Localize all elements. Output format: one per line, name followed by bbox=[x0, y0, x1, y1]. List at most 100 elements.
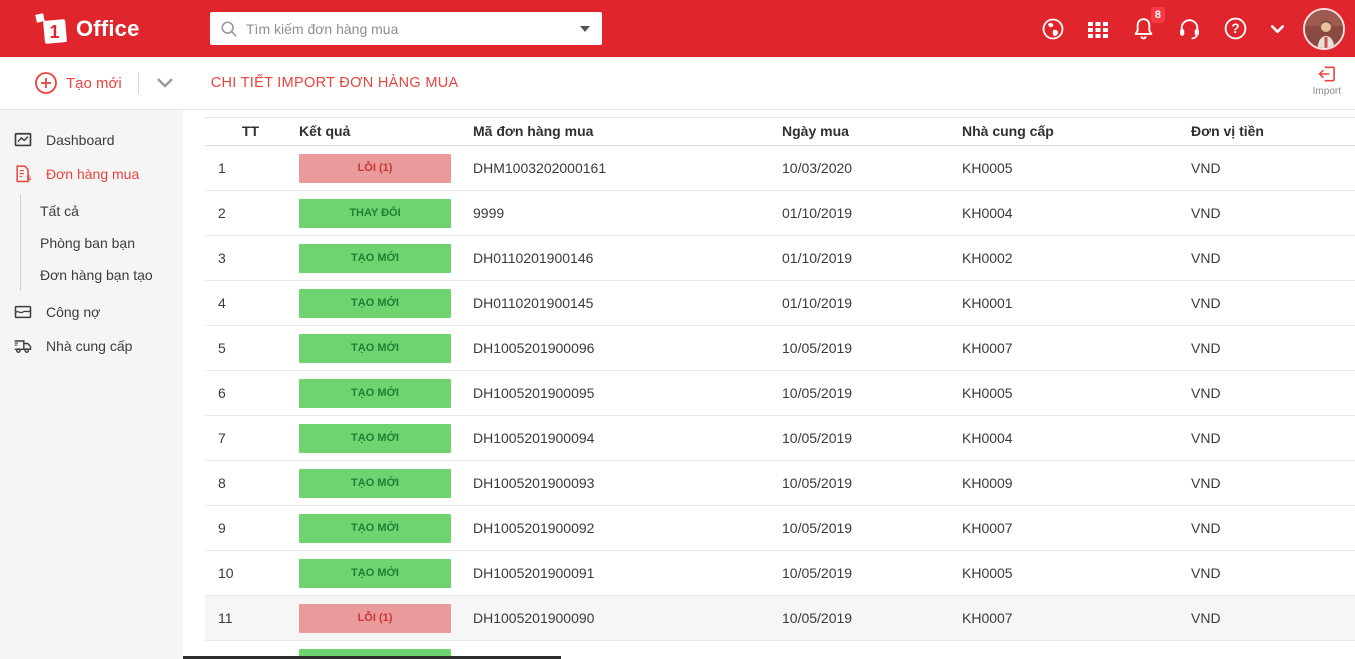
column-header-ket-qua: Kết quả bbox=[299, 123, 351, 139]
supplier: KH0007 bbox=[962, 610, 1013, 626]
row-index: 11 bbox=[218, 610, 233, 626]
account-chevron-icon[interactable] bbox=[1269, 20, 1286, 37]
table-row[interactable]: 6 TẠO MỚI DH1005201900095 10/05/2019 KH0005 V… bbox=[205, 371, 1355, 416]
status-badge: TẠO MỚI bbox=[299, 243, 451, 273]
import-icon bbox=[1318, 66, 1335, 82]
status-cell: TẠO MỚI bbox=[299, 461, 473, 506]
row-index: 3 bbox=[218, 250, 226, 266]
status-badge: TẠO MỚI bbox=[299, 378, 451, 408]
order-code: DH1005201900090 bbox=[473, 610, 595, 626]
order-code: DH1005201900094 bbox=[473, 430, 595, 446]
debt-icon bbox=[13, 302, 33, 322]
sidebar-item-label: Nhà cung cấp bbox=[46, 338, 133, 354]
status-badge: TẠO MỚI bbox=[299, 288, 451, 318]
create-new-button[interactable]: Tạo mới bbox=[34, 71, 122, 95]
currency: VND bbox=[1191, 385, 1221, 401]
header-icon-group: 8 ? bbox=[1041, 0, 1345, 57]
status-badge: TẠO MỚI bbox=[299, 468, 451, 498]
sidebar-subitem-don-hang-ban-tao[interactable]: Đơn hàng bạn tạo bbox=[21, 259, 183, 291]
sidebar-item-cong-no[interactable]: Công nợ bbox=[0, 295, 183, 329]
table-row[interactable]: 9 TẠO MỚI DH1005201900092 10/05/2019 KH0007 V… bbox=[205, 506, 1355, 551]
svg-text:1: 1 bbox=[49, 22, 59, 42]
sidebar-submenu: Tất cả Phòng ban bạn Đơn hàng bạn tạo bbox=[20, 195, 183, 291]
status-badge: LỖI (1) bbox=[299, 603, 451, 633]
sidebar-item-nha-cung-cap[interactable]: Nhà cung cấp bbox=[0, 329, 183, 363]
currency: VND bbox=[1191, 160, 1221, 176]
supplier: KH0007 bbox=[962, 340, 1013, 356]
table-row[interactable]: 2 THAY ĐỔI 9999 01/10/2019 KH0004 VND bbox=[205, 191, 1355, 236]
search-scope-dropdown-icon[interactable] bbox=[580, 25, 590, 32]
notifications-bell-icon[interactable]: 8 bbox=[1131, 7, 1165, 41]
purchase-date: 01/10/2019 bbox=[782, 205, 853, 221]
status-cell: TẠO MỚI bbox=[299, 236, 473, 281]
order-code: DH1005201900092 bbox=[473, 520, 595, 536]
sidebar-item-don-hang-mua[interactable]: $ Đơn hàng mua bbox=[0, 157, 183, 191]
dashboard-icon bbox=[13, 130, 33, 150]
order-code: DH1005201900096 bbox=[473, 340, 595, 356]
status-cell: TẠO MỚI bbox=[299, 281, 473, 326]
purchase-date: 10/03/2020 bbox=[782, 160, 853, 176]
globe-icon[interactable] bbox=[1041, 17, 1065, 41]
create-options-chevron-icon[interactable] bbox=[155, 73, 175, 93]
currency: VND bbox=[1191, 475, 1221, 491]
order-code: DH1005201900093 bbox=[473, 475, 595, 491]
import-button[interactable]: Import bbox=[1313, 64, 1341, 97]
table-row[interactable]: 1 LỖI (1) DHM1003202000161 10/03/2020 KH0005… bbox=[205, 146, 1355, 191]
column-header-don-vi-tien: Đơn vị tiền bbox=[1191, 123, 1264, 139]
notification-badge: 8 bbox=[1150, 7, 1165, 23]
purchase-date: 10/05/2019 bbox=[782, 520, 853, 536]
top-header-bar: 1 Office Tìm kiếm đơn hàng mua 8 ? bbox=[0, 0, 1355, 57]
table-row[interactable]: 11 LỖI (1) DH1005201900090 10/05/2019 KH0007… bbox=[205, 595, 1355, 641]
apps-grid-icon[interactable] bbox=[1086, 17, 1110, 41]
app-logo[interactable]: 1 Office bbox=[34, 12, 140, 46]
order-code: DH1005201900091 bbox=[473, 565, 595, 581]
row-index: 10 bbox=[218, 565, 234, 581]
supplier: KH0002 bbox=[962, 250, 1013, 266]
help-icon[interactable]: ? bbox=[1223, 16, 1248, 41]
supplier: KH0005 bbox=[962, 385, 1013, 401]
logo-icon: 1 bbox=[34, 12, 68, 46]
status-badge: LỖI (1) bbox=[299, 153, 451, 183]
table-row[interactable]: 3 TẠO MỚI DH0110201900146 01/10/2019 KH0002 V… bbox=[205, 236, 1355, 281]
import-results-panel: TT Kết quả Mã đơn hàng mua Ngày mua Nhà … bbox=[183, 110, 1355, 659]
table-row[interactable]: 8 TẠO MỚI DH1005201900093 10/05/2019 KH0009 V… bbox=[205, 461, 1355, 506]
supplier-truck-icon bbox=[13, 336, 33, 356]
row-index: 2 bbox=[218, 205, 226, 221]
search-icon bbox=[221, 20, 237, 37]
row-index: 1 bbox=[218, 160, 226, 176]
table-row[interactable]: 10 TẠO MỚI DH1005201900091 10/05/2019 KH0005… bbox=[205, 551, 1355, 596]
supplier: KH0007 bbox=[962, 520, 1013, 536]
table-row[interactable]: 4 TẠO MỚI DH0110201900145 01/10/2019 KH0001 V… bbox=[205, 281, 1355, 326]
status-cell: LỖI (1) bbox=[299, 596, 473, 641]
order-code: DHM1003202000161 bbox=[473, 160, 607, 176]
table-row[interactable]: 7 TẠO MỚI DH1005201900094 10/05/2019 KH0004 V… bbox=[205, 416, 1355, 461]
sidebar-subitem-phong-ban-ban[interactable]: Phòng ban bạn bbox=[21, 227, 183, 259]
row-index: 9 bbox=[218, 520, 226, 536]
plus-circle-icon bbox=[35, 72, 57, 94]
sidebar-subitem-tat-ca[interactable]: Tất cả bbox=[21, 195, 183, 227]
global-search[interactable] bbox=[210, 12, 602, 45]
sidebar-item-dashboard[interactable]: Dashboard bbox=[0, 123, 183, 157]
sidebar-item-label: Đơn hàng mua bbox=[46, 166, 140, 182]
import-label: Import bbox=[1312, 86, 1341, 97]
table-row[interactable]: 5 TẠO MỚI DH1005201900096 10/05/2019 KH0007 V… bbox=[205, 326, 1355, 371]
row-index: 4 bbox=[218, 295, 226, 311]
purchase-date bbox=[782, 641, 962, 659]
user-avatar[interactable] bbox=[1303, 7, 1345, 50]
currency: VND bbox=[1191, 340, 1221, 356]
svg-text:$: $ bbox=[27, 174, 32, 183]
currency: VND bbox=[1191, 205, 1221, 221]
import-results-table: TT Kết quả Mã đơn hàng mua Ngày mua Nhà … bbox=[205, 117, 1355, 659]
status-cell: TẠO MỚI bbox=[299, 506, 473, 551]
status-cell: TẠO MỚI bbox=[299, 416, 473, 461]
status-badge: TẠO MỚI bbox=[299, 558, 451, 588]
currency: VND bbox=[1191, 430, 1221, 446]
row-index: 5 bbox=[218, 340, 226, 356]
order-code: 9999 bbox=[473, 205, 505, 221]
status-badge: TẠO MỚI bbox=[299, 513, 451, 543]
supplier: KH0009 bbox=[962, 475, 1013, 491]
sidebar: Dashboard $ Đơn hàng mua Tất cả Phòng ba… bbox=[0, 110, 183, 659]
search-input[interactable] bbox=[238, 20, 580, 37]
status-cell: LỖI (1) bbox=[299, 146, 473, 191]
support-headset-icon[interactable] bbox=[1177, 16, 1202, 41]
